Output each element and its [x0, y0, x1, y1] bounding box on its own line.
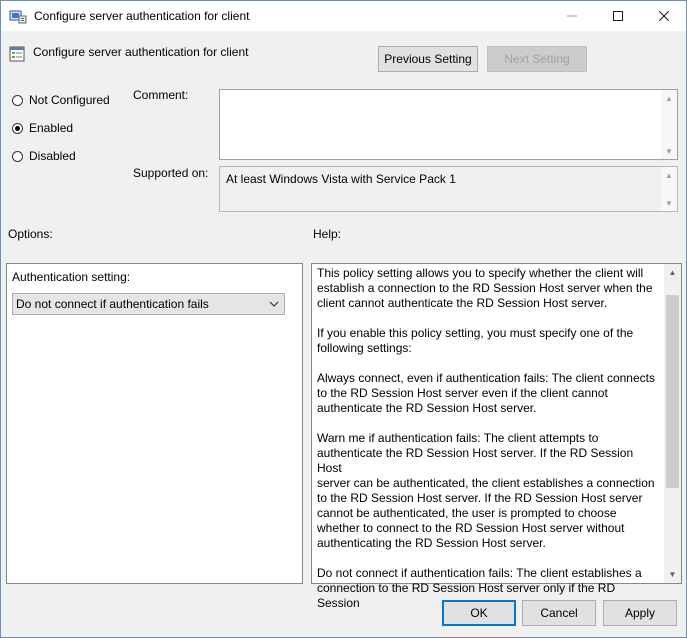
supported-on-field: At least Windows Vista with Service Pack…	[219, 166, 678, 212]
scroll-down-icon[interactable]: ▼	[661, 143, 677, 159]
minimize-icon	[567, 15, 577, 17]
radio-label: Not Configured	[29, 93, 110, 107]
setting-title: Configure server authentication for clie…	[33, 45, 249, 59]
radio-label: Enabled	[29, 121, 74, 135]
options-panel: Authentication setting: Do not connect i…	[6, 263, 303, 584]
help-scrollbar[interactable]: ▲ ▼	[664, 264, 681, 583]
scroll-down-icon[interactable]: ▼	[664, 566, 681, 583]
radio-enabled[interactable]: Enabled	[12, 121, 73, 135]
next-setting-button[interactable]: Next Setting	[487, 46, 587, 72]
close-button[interactable]	[641, 1, 687, 31]
radio-circle[interactable]	[12, 94, 23, 106]
radio-circle-checked[interactable]	[12, 122, 23, 134]
help-text: This policy setting allows you to specif…	[317, 266, 655, 610]
radio-not-configured[interactable]: Not Configured	[12, 93, 110, 107]
help-label: Help:	[313, 227, 342, 241]
scroll-up-icon[interactable]: ▲	[661, 167, 677, 183]
scroll-down-icon[interactable]: ▼	[661, 195, 677, 211]
settings-page-icon	[9, 46, 25, 62]
maximize-icon	[613, 11, 623, 21]
supported-scrollbar[interactable]: ▲ ▼	[661, 167, 677, 211]
close-icon	[659, 11, 669, 21]
radio-disabled[interactable]: Disabled	[12, 149, 76, 163]
previous-setting-button[interactable]: Previous Setting	[378, 46, 478, 72]
ok-button[interactable]: OK	[442, 600, 516, 626]
scroll-up-icon[interactable]: ▲	[664, 264, 681, 281]
supported-on-label: Supported on:	[133, 166, 209, 180]
comment-label: Comment:	[133, 88, 189, 102]
comment-textarea[interactable]: ▲ ▼	[219, 89, 678, 160]
maximize-button[interactable]	[595, 1, 641, 31]
authentication-setting-dropdown[interactable]: Do not connect if authentication fails	[12, 293, 285, 315]
scroll-thumb[interactable]	[666, 295, 679, 488]
radio-circle[interactable]	[12, 150, 23, 162]
minimize-button[interactable]	[549, 1, 595, 31]
authentication-setting-label: Authentication setting:	[12, 270, 131, 284]
dialog-window: Configure server authentication for clie…	[0, 0, 687, 638]
options-label: Options:	[8, 227, 53, 241]
scroll-up-icon[interactable]: ▲	[661, 90, 677, 106]
window-title: Configure server authentication for clie…	[34, 9, 250, 23]
radio-label: Disabled	[29, 149, 76, 163]
policy-icon	[9, 10, 27, 24]
apply-button[interactable]: Apply	[603, 600, 677, 626]
supported-on-value: At least Windows Vista with Service Pack…	[226, 172, 456, 186]
dropdown-value: Do not connect if authentication fails	[16, 297, 209, 311]
comment-scrollbar[interactable]: ▲ ▼	[661, 90, 677, 159]
chevron-down-icon	[269, 301, 279, 307]
title-bar[interactable]: Configure server authentication for clie…	[1, 1, 686, 31]
help-panel: This policy setting allows you to specif…	[311, 263, 682, 610]
cancel-button[interactable]: Cancel	[522, 600, 596, 626]
